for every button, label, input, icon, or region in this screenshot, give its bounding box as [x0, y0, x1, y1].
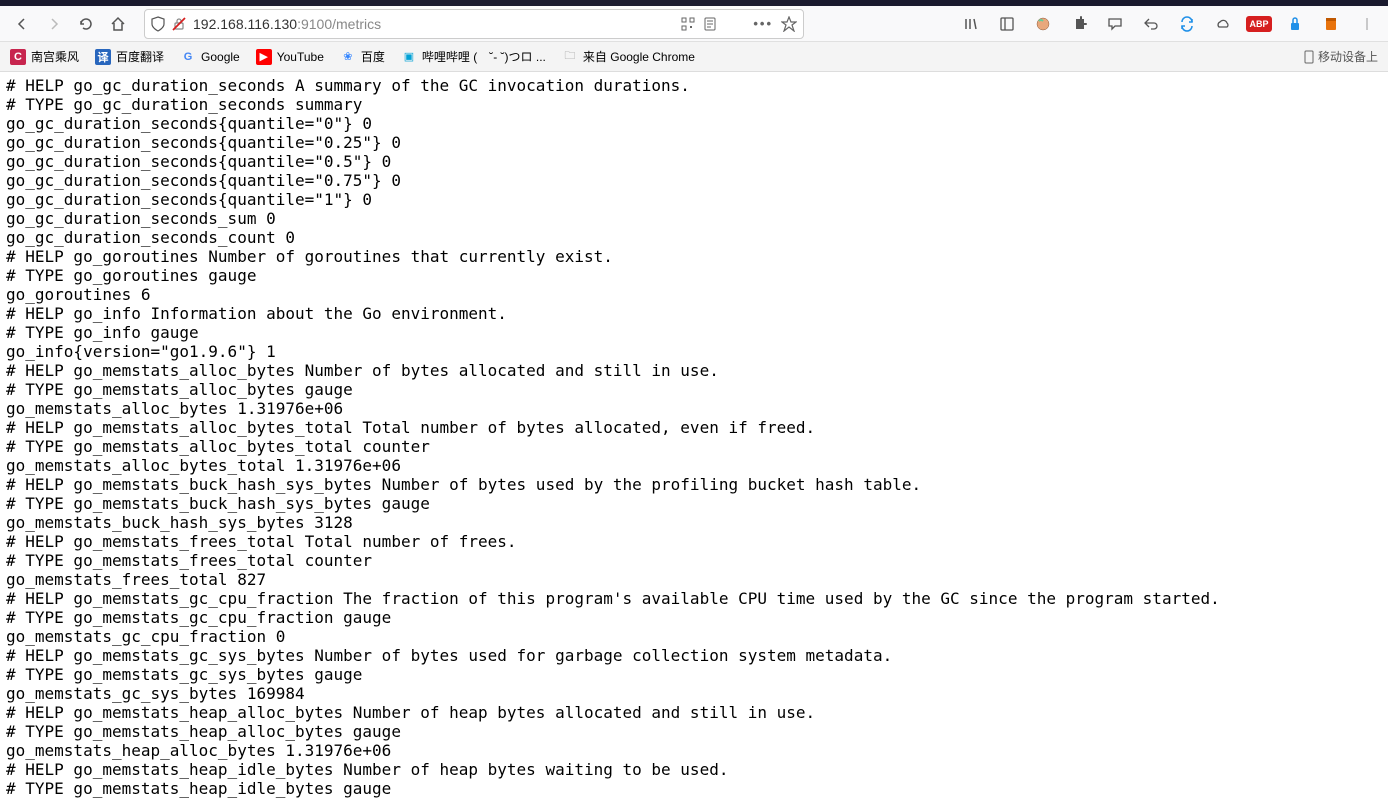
chat-icon[interactable] [1102, 11, 1128, 37]
more-toolbar-icon[interactable] [1354, 11, 1380, 37]
bookmark-item-6[interactable]: 🗀 来自 Google Chrome [562, 48, 695, 65]
sidebar-icon[interactable] [994, 11, 1020, 37]
reader-mode-icon[interactable] [703, 17, 717, 31]
bookmark-label: 来自 Google Chrome [583, 48, 695, 65]
bookmark-icon: C [10, 49, 26, 65]
bookmark-icon: ❀ [340, 49, 356, 65]
bookmark-item-1[interactable]: 译百度翻译 [95, 48, 164, 65]
globe-icon[interactable] [1030, 11, 1056, 37]
forward-button[interactable] [40, 10, 68, 38]
phone-icon [1304, 50, 1314, 64]
bookmarks-bar: C 南宫乘风译百度翻译 G Google ▶ YouTube ❀ 百度 ▣ 哔哩哔哩 ( ˘- ˘… [0, 42, 1388, 72]
bookmark-item-4[interactable]: ❀ 百度 [340, 48, 385, 65]
bookmark-label: 百度 [361, 48, 385, 65]
library-icon[interactable] [958, 11, 984, 37]
notes-icon[interactable] [1318, 11, 1344, 37]
cloud-icon[interactable] [1210, 11, 1236, 37]
mobile-sync-label[interactable]: 移动设备上 [1304, 48, 1378, 65]
qr-icon[interactable] [681, 17, 695, 31]
bookmark-item-2[interactable]: G Google [180, 48, 240, 65]
url-text: 192.168.116.130:9100/metrics [193, 16, 675, 32]
bookmark-icon: 🗀 [562, 49, 578, 65]
bookmark-label: 百度翻译 [116, 48, 164, 65]
tracking-shield-icon[interactable] [151, 16, 165, 32]
bookmark-icon: ▣ [401, 49, 417, 65]
insecure-connection-icon[interactable] [171, 16, 187, 32]
page-actions-icon[interactable]: ••• [753, 16, 773, 31]
metrics-output: # HELP go_gc_duration_seconds A summary … [0, 72, 1388, 802]
bookmark-icon: 译 [95, 49, 111, 65]
bookmark-label: Google [201, 50, 240, 64]
sync-icon[interactable] [1174, 11, 1200, 37]
adblock-icon[interactable]: ABP [1246, 11, 1272, 37]
browser-toolbar: 192.168.116.130:9100/metrics ••• [0, 6, 1388, 42]
bookmark-item-0[interactable]: C 南宫乘风 [10, 48, 79, 65]
extension-puzzle-icon[interactable] [1066, 11, 1092, 37]
reload-button[interactable] [72, 10, 100, 38]
password-lock-icon[interactable] [1282, 11, 1308, 37]
bookmark-label: 南宫乘风 [31, 48, 79, 65]
bookmark-icon: G [180, 49, 196, 65]
undo-arrow-icon[interactable] [1138, 11, 1164, 37]
bookmark-star-icon[interactable] [781, 16, 797, 32]
bookmark-item-3[interactable]: ▶ YouTube [256, 48, 324, 65]
bookmark-label: YouTube [277, 50, 324, 64]
bookmark-label: 哔哩哔哩 ( ˘- ˘)つロ ... [422, 48, 546, 65]
back-button[interactable] [8, 10, 36, 38]
bookmark-item-5[interactable]: ▣ 哔哩哔哩 ( ˘- ˘)つロ ... [401, 48, 546, 65]
address-bar[interactable]: 192.168.116.130:9100/metrics ••• [144, 9, 804, 39]
bookmark-icon: ▶ [256, 49, 272, 65]
home-button[interactable] [104, 10, 132, 38]
